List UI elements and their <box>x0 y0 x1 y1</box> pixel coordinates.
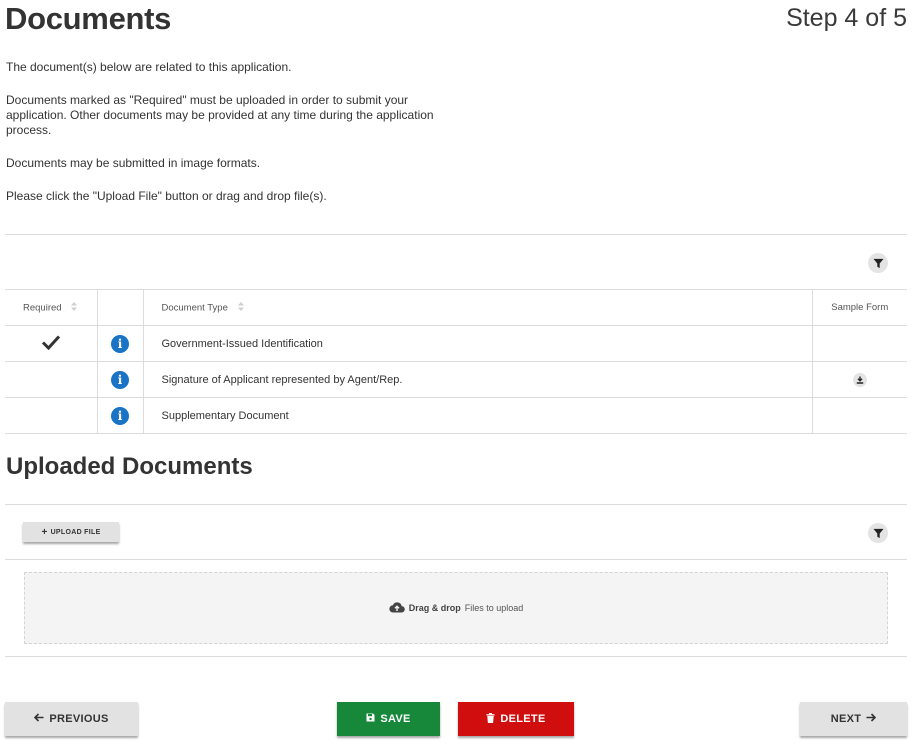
required-documents-table: Required Document Type Sample Form i Gov… <box>5 289 907 434</box>
column-header-sample-form: Sample Form <box>811 289 907 326</box>
uploaded-documents-title: Uploaded Documents <box>6 453 253 480</box>
divider <box>5 559 907 560</box>
sample-form-cell <box>811 325 907 362</box>
column-header-document-type[interactable]: Document Type <box>142 289 812 326</box>
arrow-left-icon <box>34 713 44 725</box>
upload-file-button[interactable]: + UPLOAD FILE <box>23 522 119 542</box>
table-row: i Government-Issued Identification <box>5 325 907 362</box>
intro-text: The document(s) below are related to thi… <box>6 60 446 222</box>
previous-button[interactable]: PREVIOUS <box>5 702 138 736</box>
table-row: i Supplementary Document <box>5 397 907 434</box>
column-label: Document Type <box>161 302 228 314</box>
required-cell <box>5 397 97 434</box>
required-cell <box>5 361 97 398</box>
download-icon[interactable] <box>852 372 867 387</box>
floppy-disk-icon <box>366 713 375 725</box>
info-cell: i <box>96 325 143 362</box>
save-button[interactable]: SAVE <box>337 702 440 736</box>
required-cell <box>5 325 97 362</box>
upload-file-label: UPLOAD FILE <box>50 528 101 536</box>
document-type-cell: Signature of Applicant represented by Ag… <box>142 361 812 398</box>
info-icon[interactable]: i <box>111 370 129 389</box>
intro-paragraph: Please click the "Upload File" button or… <box>6 189 327 203</box>
divider <box>5 656 907 657</box>
dropzone-bold-text: Drag & drop <box>408 603 461 613</box>
sort-icon[interactable] <box>237 301 244 314</box>
sample-form-cell <box>811 397 907 434</box>
document-type-cell: Government-Issued Identification <box>142 325 812 362</box>
cloud-upload-icon <box>389 601 405 615</box>
intro-paragraph: Documents marked as "Required" must be u… <box>6 93 434 137</box>
filter-icon <box>872 258 884 268</box>
dropzone-text: Files to upload <box>464 603 524 613</box>
filter-button[interactable] <box>868 523 888 543</box>
info-cell: i <box>96 397 143 434</box>
sort-icon[interactable] <box>71 301 78 314</box>
table-row: i Signature of Applicant represented by … <box>5 361 907 398</box>
table-header-row: Required Document Type Sample Form <box>5 289 907 326</box>
column-header-info <box>96 289 143 326</box>
arrow-right-icon <box>866 713 877 725</box>
step-indicator: Step 4 of 5 <box>786 4 907 32</box>
plus-icon: + <box>41 526 48 538</box>
filter-button[interactable] <box>868 253 888 273</box>
next-button[interactable]: NEXT <box>800 702 907 736</box>
column-label: Required <box>23 302 62 314</box>
filter-icon <box>872 528 884 538</box>
trash-icon <box>486 712 495 726</box>
previous-label: PREVIOUS <box>49 713 109 725</box>
info-icon[interactable]: i <box>111 334 129 353</box>
save-label: SAVE <box>380 713 411 725</box>
divider <box>5 504 907 505</box>
document-type-cell: Supplementary Document <box>142 397 812 434</box>
intro-paragraph: Documents may be submitted in image form… <box>6 156 261 170</box>
info-cell: i <box>96 361 143 398</box>
page-title: Documents <box>5 1 172 36</box>
file-dropzone[interactable]: Drag & drop Files to upload <box>24 572 888 644</box>
next-label: NEXT <box>830 713 862 725</box>
column-header-required[interactable]: Required <box>5 289 97 326</box>
divider <box>5 234 907 235</box>
checkmark-icon <box>41 334 61 353</box>
intro-paragraph: The document(s) below are related to thi… <box>6 60 292 74</box>
delete-button[interactable]: DELETE <box>458 702 574 736</box>
info-icon[interactable]: i <box>111 406 129 425</box>
delete-label: DELETE <box>500 713 546 725</box>
sample-form-cell <box>811 361 907 398</box>
